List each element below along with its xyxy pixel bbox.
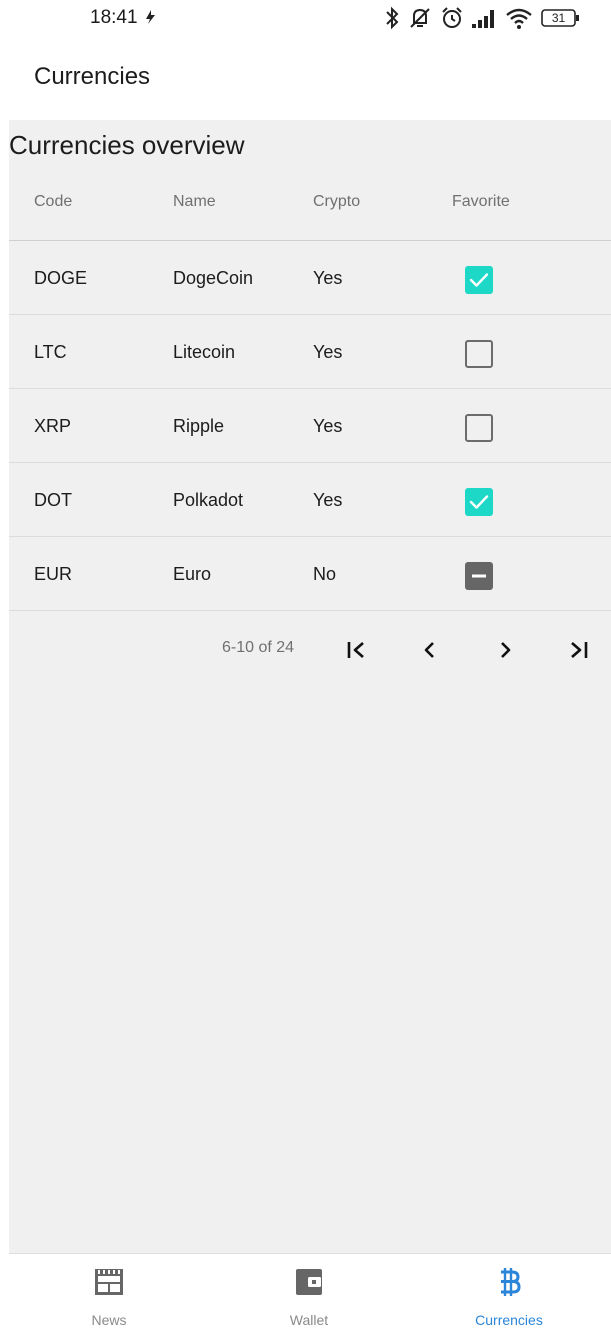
minus-icon: [472, 574, 486, 578]
currencies-panel: Currencies overview Code Name Crypto Fav…: [9, 120, 611, 1253]
name-cell: Litecoin: [173, 342, 236, 362]
wallet-icon: [293, 1266, 325, 1298]
nav-label: Wallet: [289, 1312, 329, 1328]
crypto-cell: Yes: [313, 268, 343, 288]
previous-page-button[interactable]: [415, 635, 445, 665]
crypto-cell: Yes: [313, 490, 343, 510]
column-header-name[interactable]: Name: [173, 193, 216, 211]
check-icon: [469, 273, 489, 287]
crypto-cell: Yes: [313, 342, 343, 362]
favorite-checkbox[interactable]: [465, 414, 493, 442]
signal-icon: [471, 6, 499, 30]
table-row[interactable]: XRP Ripple Yes: [9, 389, 611, 463]
column-header-code[interactable]: Code: [34, 193, 72, 211]
battery-level: 31: [551, 11, 566, 25]
status-icons: 31: [385, 5, 581, 31]
page-range-label: 6-10 of 24: [222, 639, 295, 656]
last-page-icon: [571, 642, 588, 658]
nav-item-news[interactable]: News: [9, 1254, 209, 1332]
page-title: Currencies: [34, 63, 151, 90]
status-bar: 18:41 31: [0, 0, 611, 38]
code-cell: DOT: [34, 490, 72, 510]
last-page-button[interactable]: [564, 635, 594, 665]
nav-item-wallet[interactable]: Wallet: [209, 1254, 409, 1332]
column-header-favorite[interactable]: Favorite: [452, 193, 510, 211]
nav-label: Currencies: [475, 1312, 543, 1328]
crypto-cell: Yes: [313, 416, 343, 436]
name-cell: Polkadot: [173, 490, 244, 510]
favorite-checkbox[interactable]: [465, 562, 493, 590]
code-cell: XRP: [34, 416, 72, 436]
name-cell: DogeCoin: [173, 268, 254, 288]
table-header: Code Name Crypto Favorite: [9, 178, 611, 241]
location-icon: [143, 9, 157, 25]
wifi-icon: [505, 6, 533, 30]
table-row[interactable]: LTC Litecoin Yes: [9, 315, 611, 389]
code-cell: DOGE: [34, 268, 88, 288]
bitcoin-icon: [493, 1266, 525, 1298]
table-row[interactable]: DOGE DogeCoin Yes: [9, 241, 611, 315]
table-row[interactable]: DOT Polkadot Yes: [9, 463, 611, 537]
first-page-button[interactable]: [341, 635, 371, 665]
next-page-button[interactable]: [490, 635, 520, 665]
mute-bell-icon: [409, 6, 431, 30]
nav-item-currencies[interactable]: Currencies: [409, 1254, 609, 1332]
code-cell: LTC: [34, 342, 67, 362]
chevron-left-icon: [424, 642, 434, 658]
favorite-checkbox[interactable]: [465, 340, 493, 368]
favorite-checkbox[interactable]: [465, 266, 493, 294]
name-cell: Ripple: [173, 416, 225, 436]
nav-label: News: [91, 1312, 127, 1328]
check-icon: [469, 495, 489, 509]
section-title: Currencies overview: [9, 130, 245, 160]
battery-icon: 31: [541, 8, 581, 28]
table-row[interactable]: EUR Euro No: [9, 537, 611, 611]
favorite-checkbox[interactable]: [465, 488, 493, 516]
news-icon: [93, 1266, 125, 1298]
first-page-icon: [347, 642, 364, 658]
chevron-right-icon: [501, 642, 511, 658]
alarm-icon: [441, 6, 463, 30]
column-header-crypto[interactable]: Crypto: [313, 193, 360, 211]
code-cell: EUR: [34, 564, 73, 584]
pagination: 6-10 of 24: [9, 611, 611, 671]
status-time: 18:41: [90, 7, 138, 28]
bluetooth-icon: [385, 6, 399, 30]
bottom-navigation: News Wallet Currencies: [9, 1253, 611, 1332]
crypto-cell: No: [313, 564, 337, 584]
name-cell: Euro: [173, 564, 212, 584]
